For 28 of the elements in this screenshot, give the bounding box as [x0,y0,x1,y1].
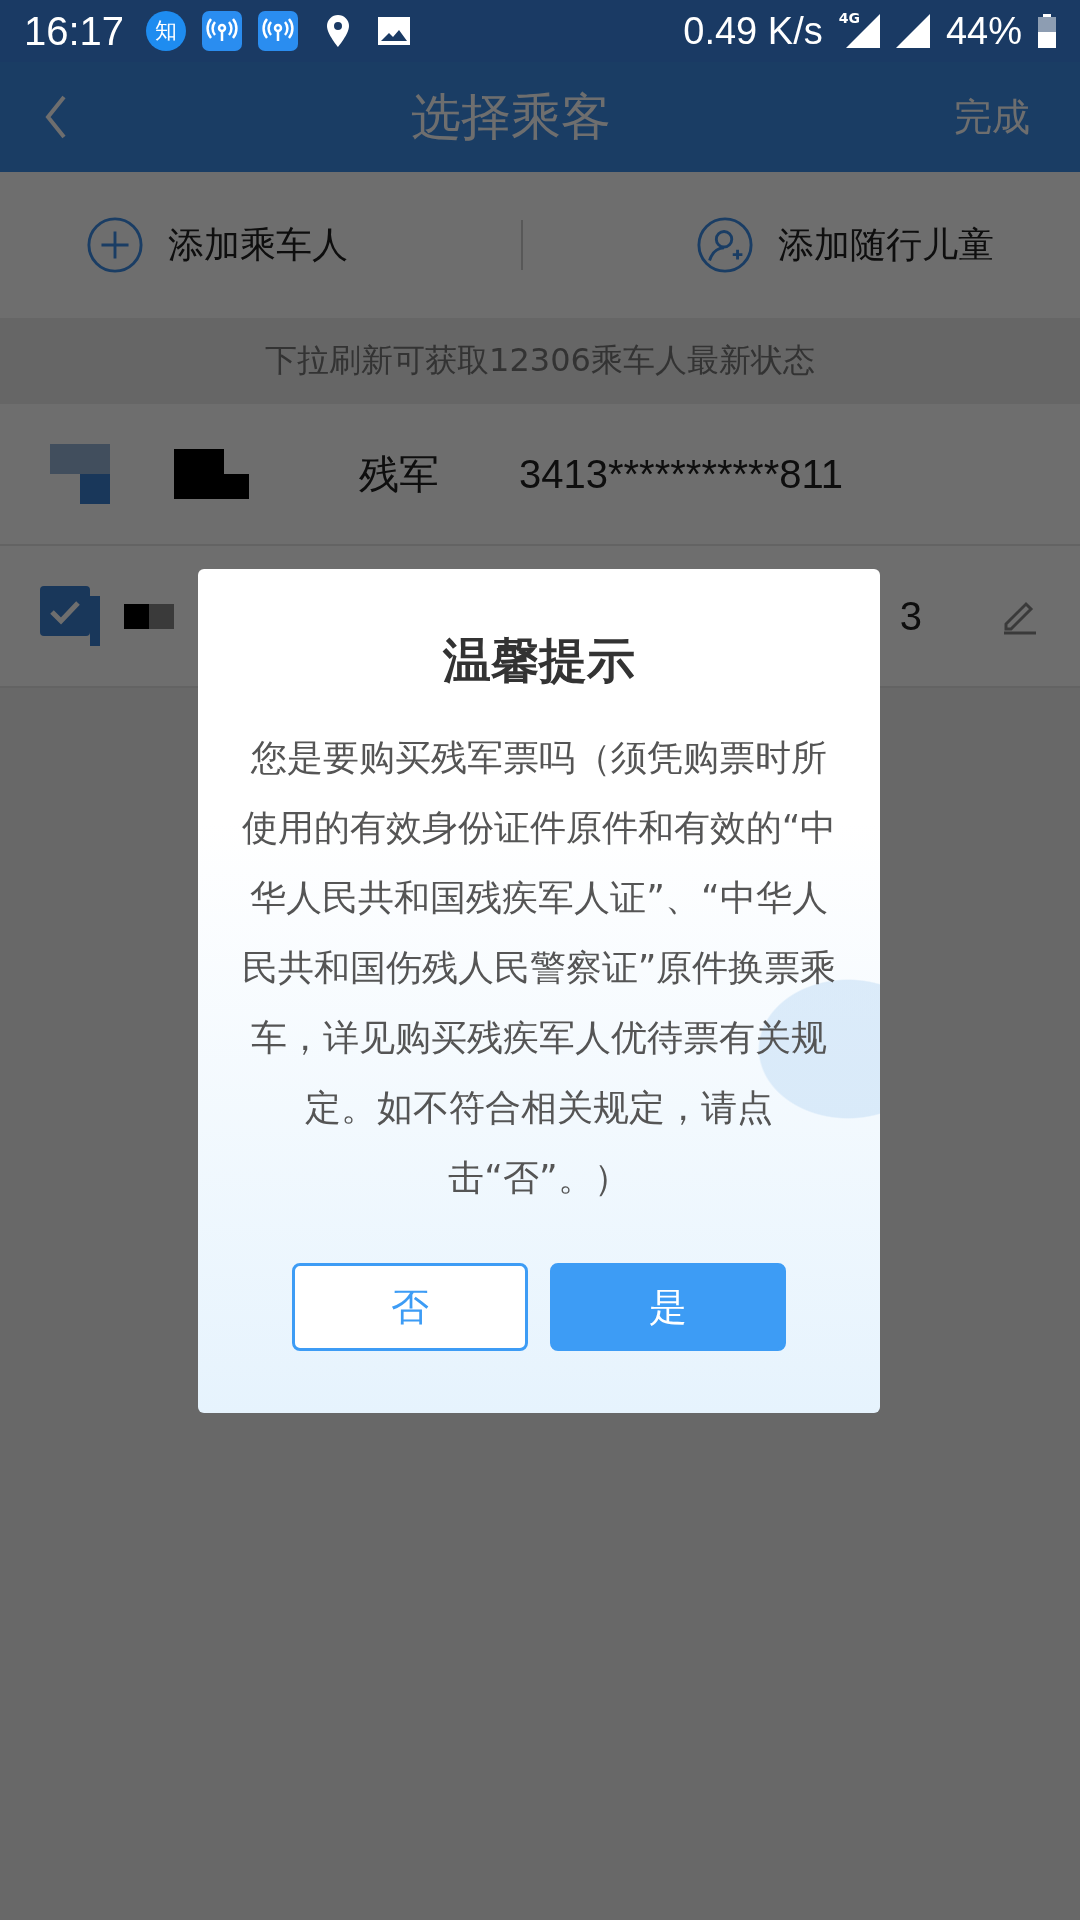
app-badge: 知 [146,11,187,51]
redaction-block [50,444,110,504]
confirm-button[interactable]: 是 [550,1263,786,1351]
network-speed: 0.49 K/s [683,9,823,53]
page-title: 选择乘客 [410,86,612,148]
hotspot-icon [258,11,299,51]
hotspot-icon [202,11,243,51]
battery-icon [1038,14,1056,48]
network-type: 4G [838,10,860,26]
id-number: 3413***********811 [519,451,843,497]
plus-circle-icon [86,216,145,274]
signal-icon [895,14,930,48]
cancel-button[interactable]: 否 [292,1263,528,1351]
back-icon[interactable] [44,95,68,139]
location-pin-icon [326,15,351,47]
person-circle-icon [695,216,754,274]
status-time: 16:17 [24,8,125,54]
passenger-type: 残军 [359,449,439,499]
done-button[interactable]: 完成 [954,91,1030,143]
add-button[interactable]: 添加随行儿童 [695,216,994,274]
dialog-message: 您是要购买残军票吗（须凭购票时所使用的有效身份证件原件和有效的“中华人民共和国残疾军人证”、“中华人民共和国伤残人民警察证”原件换票乘车，详见购买残疾军人优待票有关规定。如不符合相关规定，请点击“否”。） [240,736,838,1200]
battery-level: 44% [945,9,1022,53]
redaction-block [124,603,174,629]
add-button[interactable]: 添加乘车人 [86,216,349,274]
dialog-title: 温馨提示 [443,631,635,690]
checkbox[interactable] [40,586,100,646]
image-icon [378,17,411,45]
id-number: 3 [899,593,922,639]
